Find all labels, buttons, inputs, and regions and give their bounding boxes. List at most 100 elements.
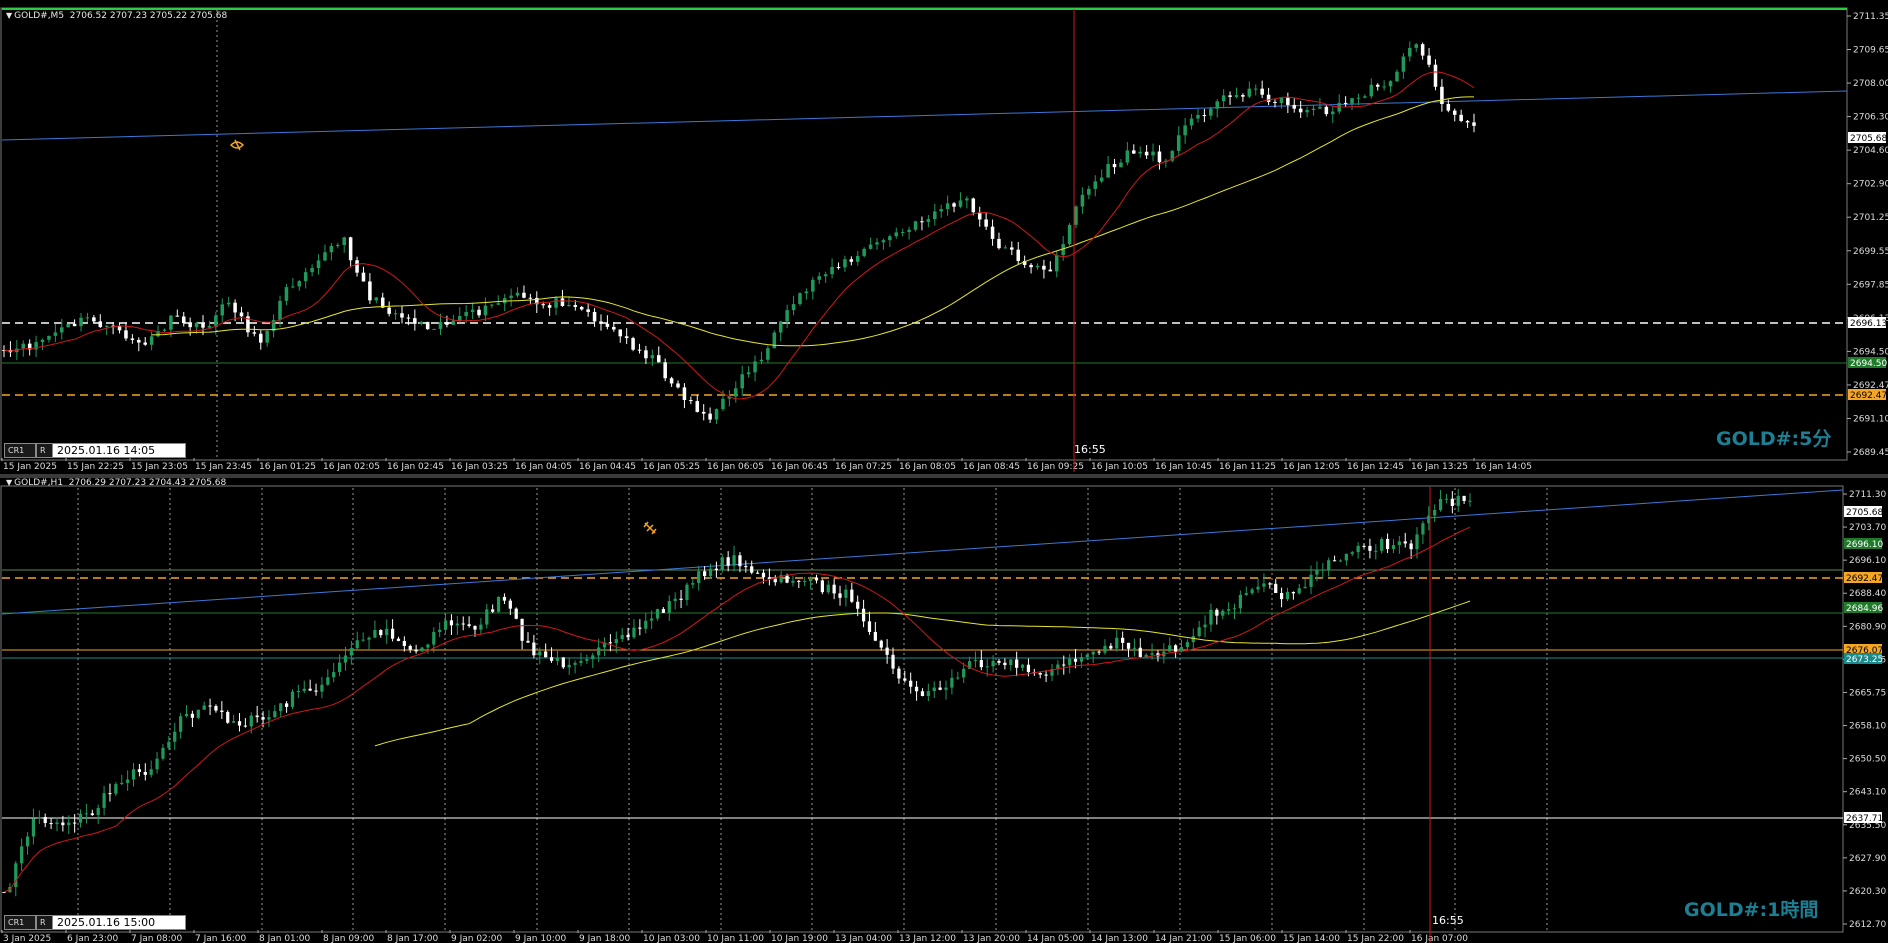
candle-body — [1068, 658, 1072, 666]
candle-body — [214, 315, 218, 326]
candle-body — [808, 577, 813, 582]
candle-body — [1268, 583, 1272, 585]
candle-body — [1054, 255, 1059, 272]
candle-body — [432, 632, 436, 645]
candle-body — [991, 660, 995, 667]
candle-body — [316, 260, 321, 269]
candle-body — [1427, 55, 1431, 65]
chart-canvas-h1[interactable]: 2711.30 2703.70 2696.10 2688.40 2680.90 2673.… — [0, 478, 1888, 943]
candle-body — [226, 711, 230, 723]
candle-body — [385, 628, 389, 636]
y-tick-label: 2702.90 — [1853, 180, 1888, 190]
candle-body — [832, 584, 836, 594]
y-tick-label: 2665.75 — [1849, 688, 1886, 698]
candle-body — [85, 317, 90, 319]
candle-body — [830, 267, 834, 275]
candle-body — [547, 305, 552, 308]
candle-body — [979, 660, 983, 668]
candle-body — [231, 721, 236, 723]
candle-body — [532, 642, 536, 656]
candle-body — [181, 316, 186, 324]
y-tick-label: 2643.10 — [1849, 788, 1886, 798]
collapse-triangle-icon[interactable]: ▼ — [6, 478, 12, 487]
x-tick-label: 15 Jan 2025 — [3, 462, 57, 472]
candle-body — [881, 240, 886, 243]
candle-body — [1382, 86, 1386, 88]
candle-body — [483, 305, 488, 316]
candle-body — [990, 226, 995, 239]
candle-body — [343, 655, 348, 663]
candle-body — [202, 705, 206, 710]
candle-body — [1150, 653, 1154, 655]
x-tick-label: 16 Jan 06:45 — [771, 462, 828, 472]
candle-body — [1279, 592, 1284, 600]
candle-body — [920, 691, 925, 697]
candle-body — [438, 629, 442, 633]
candle-body — [1093, 181, 1098, 189]
price-label: 2692.47 — [1846, 574, 1883, 584]
candle-body — [1362, 545, 1366, 547]
candle-body — [528, 297, 533, 299]
candle-body — [323, 252, 327, 261]
candle-body — [414, 649, 418, 652]
candle-body — [514, 608, 518, 619]
candle-body — [214, 705, 218, 711]
candle-body — [554, 298, 558, 308]
candle-body — [1438, 498, 1443, 510]
candle-body — [732, 555, 736, 566]
cr1-tag[interactable]: CR1 — [4, 443, 36, 458]
candle-body — [759, 359, 764, 362]
candle-body — [798, 293, 802, 305]
chart-pane-h1[interactable]: 2711.30 2703.70 2696.10 2688.40 2680.90 2673.… — [0, 478, 1888, 943]
collapse-triangle-icon[interactable]: ▼ — [6, 11, 12, 20]
x-tick-label: 16 Jan 02:45 — [387, 462, 444, 472]
candle-body — [130, 338, 135, 340]
candle-body — [2, 892, 6, 894]
candle-body — [1232, 608, 1237, 610]
candle-body — [1020, 664, 1025, 668]
candle-body — [1183, 125, 1187, 136]
candle-body — [1196, 115, 1200, 119]
candle-body — [1174, 645, 1178, 652]
candle-body — [1209, 609, 1213, 625]
candle-body — [740, 374, 744, 389]
moving-average-fast — [3, 526, 1471, 893]
candle-body — [78, 813, 83, 823]
candle-body — [520, 618, 524, 641]
candle-body — [169, 315, 173, 330]
candle-body — [850, 589, 854, 602]
candle-body — [761, 572, 766, 578]
chart-canvas-m5[interactable]: 2711.35 2709.65 2708.00 2706.30 2704.60 2702.… — [0, 0, 1888, 474]
chart-pane-m5[interactable]: 2711.35 2709.65 2708.00 2706.30 2704.60 2702.… — [0, 0, 1888, 474]
x-tick-label: 9 Jan 02:00 — [451, 934, 503, 943]
candle-body — [679, 598, 683, 600]
candle-body — [1241, 95, 1245, 97]
candle-body — [1401, 56, 1406, 72]
x-tick-label: 16 Jan 11:25 — [1219, 462, 1276, 472]
candle-body — [194, 322, 199, 328]
candle-body — [945, 203, 950, 210]
candle-body — [1015, 659, 1019, 668]
candle-body — [1350, 98, 1354, 104]
candle-body — [162, 329, 167, 331]
y-tick-label: 2627.90 — [1849, 854, 1886, 864]
candle-body — [1452, 110, 1457, 115]
x-tick-label: 8 Jan 09:00 — [323, 934, 375, 943]
candle-body — [579, 660, 583, 663]
candle-body — [1185, 642, 1190, 648]
candle-body — [522, 292, 526, 298]
x-tick-label: 9 Jan 18:00 — [579, 934, 631, 943]
trendline — [1, 90, 1848, 141]
candle-body — [265, 331, 269, 343]
candle-body — [1343, 102, 1348, 104]
candle-body — [544, 651, 548, 658]
cr1-tag[interactable]: CR1 — [4, 915, 36, 930]
candle-body — [1459, 114, 1463, 121]
candle-body — [907, 229, 911, 233]
candle-body — [1253, 88, 1258, 90]
candle-body — [591, 655, 595, 660]
candle-body — [933, 211, 937, 220]
candle-body — [1260, 88, 1264, 95]
candle-body — [320, 684, 324, 692]
candle-body — [1327, 560, 1331, 570]
